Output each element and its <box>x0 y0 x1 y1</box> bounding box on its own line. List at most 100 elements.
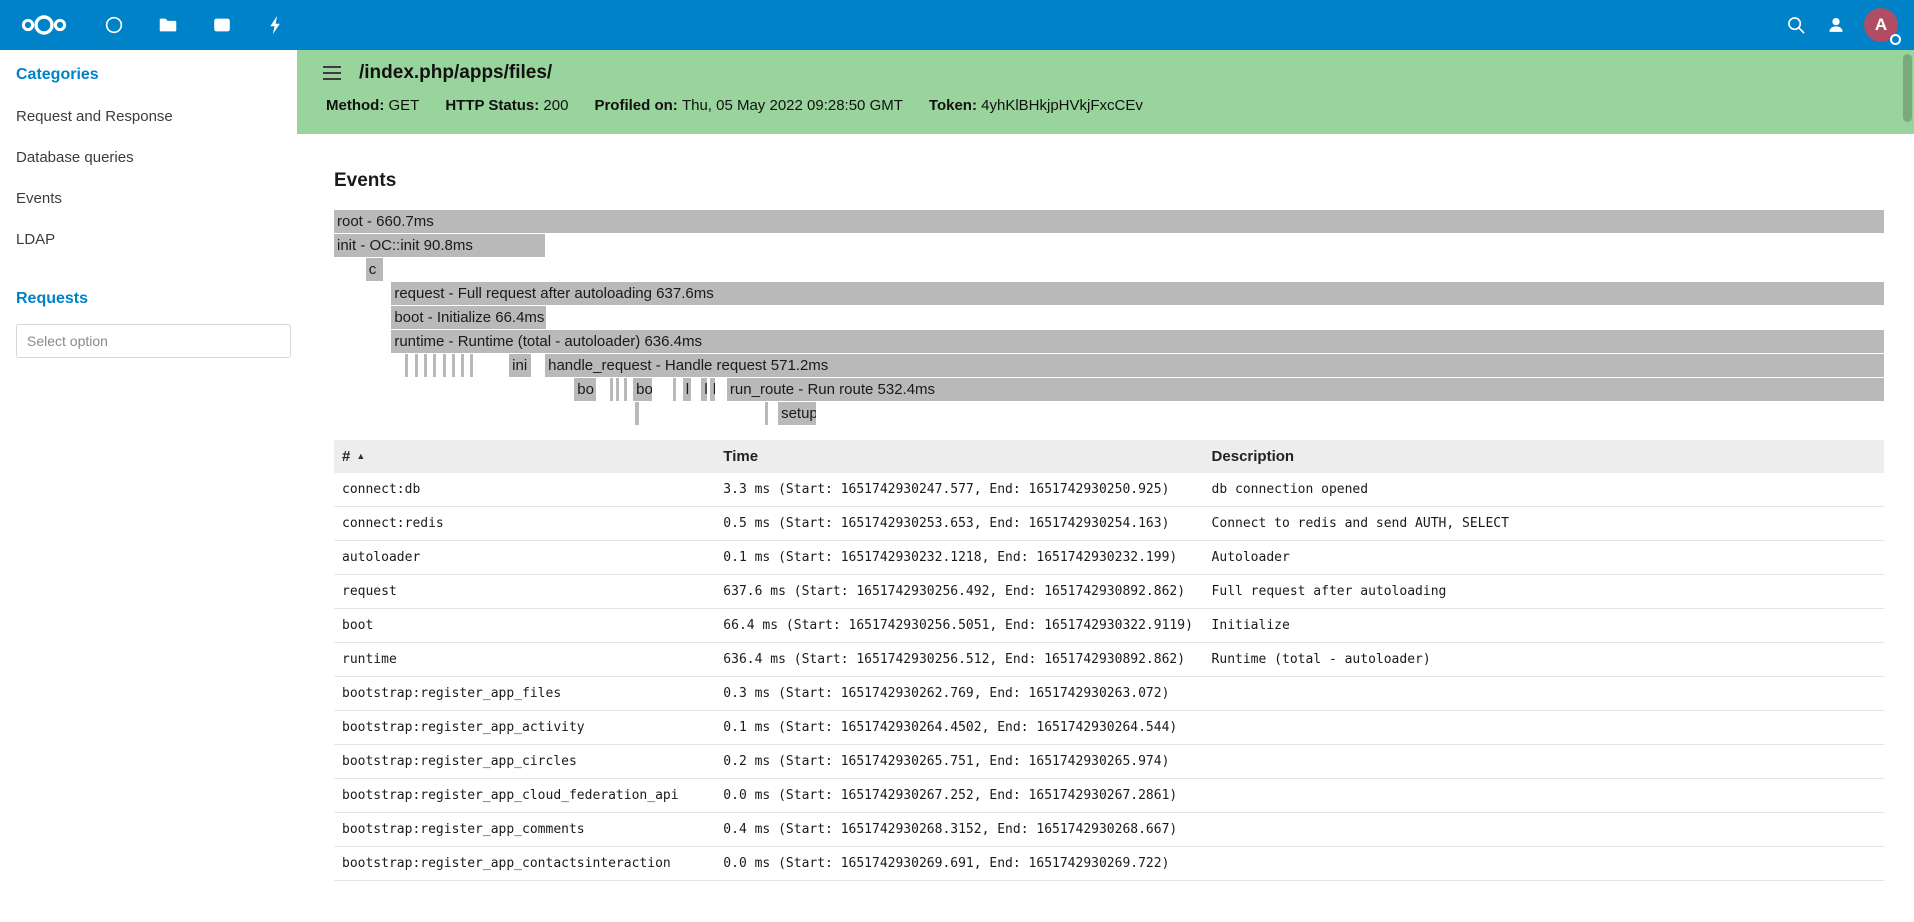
column-header-description[interactable]: Description <box>1204 440 1884 473</box>
column-header-time[interactable]: Time <box>715 440 1203 473</box>
profile-meta-row: Method: GET HTTP Status: 200 Profiled on: … <box>321 97 1914 114</box>
nextcloud-logo-icon <box>18 13 70 37</box>
timeline-bar <box>405 354 408 377</box>
timeline-bar: bo <box>574 378 596 401</box>
circle-app-icon[interactable] <box>102 13 126 37</box>
status-icon <box>1890 34 1901 45</box>
timeline-bar <box>673 378 676 401</box>
meta-value: 200 <box>543 97 568 114</box>
table-row: bootstrap:register_app_comments0.4 ms (S… <box>334 813 1884 847</box>
timeline-bar <box>624 378 627 401</box>
timeline-bar <box>470 354 473 377</box>
scrollbar-thumb[interactable] <box>1903 54 1912 122</box>
timeline-bar: c <box>366 258 383 281</box>
profile-meta-item: Profiled on: Thu, 05 May 2022 09:28:50 G… <box>594 97 902 114</box>
avatar-letter: A <box>1875 15 1887 35</box>
categories-heading: Categories <box>16 66 281 84</box>
cell-name: bootstrap:register_app_activity <box>334 711 715 745</box>
table-header-row: #▲ Time Description <box>334 440 1884 473</box>
timeline-bar: run_route - Run route 532.4ms <box>727 378 1884 401</box>
cell-description <box>1204 847 1884 881</box>
search-icon[interactable] <box>1784 13 1808 37</box>
events-heading: Events <box>334 170 1884 192</box>
meta-value: Thu, 05 May 2022 09:28:50 GMT <box>682 97 903 114</box>
cell-time: 637.6 ms (Start: 1651742930256.492, End:… <box>715 575 1203 609</box>
timeline-bar: l <box>701 378 706 401</box>
files-app-icon[interactable] <box>156 13 180 37</box>
cell-time: 3.3 ms (Start: 1651742930247.577, End: 1… <box>715 473 1203 507</box>
cell-time: 0.0 ms (Start: 1651742930267.252, End: 1… <box>715 779 1203 813</box>
requests-select-placeholder: Select option <box>27 333 108 349</box>
events-section: Events root - 660.7msinit - OC::init 90.… <box>297 170 1914 881</box>
timeline-bar <box>433 354 436 377</box>
menu-icon[interactable] <box>321 62 343 84</box>
table-row: boot66.4 ms (Start: 1651742930256.5051, … <box>334 609 1884 643</box>
timeline-bar <box>616 378 619 401</box>
sidebar-item-database-queries[interactable]: Database queries <box>16 137 281 178</box>
profile-header: /index.php/apps/files/ Method: GET HTTP S… <box>297 50 1914 134</box>
cell-description: Runtime (total - autoloader) <box>1204 643 1884 677</box>
timeline-bar: request - Full request after autoloading… <box>391 282 1884 305</box>
cell-time: 66.4 ms (Start: 1651742930256.5051, End:… <box>715 609 1203 643</box>
timeline-bar <box>635 402 638 425</box>
events-table: #▲ Time Description connect:db3.3 ms (St… <box>334 440 1884 881</box>
sidebar-item-request-and-response[interactable]: Request and Response <box>16 96 281 137</box>
sidebar-item-events[interactable]: Events <box>16 178 281 219</box>
cell-time: 0.4 ms (Start: 1651742930268.3152, End: … <box>715 813 1203 847</box>
timeline-bar: init - OC::init 90.8ms <box>334 234 545 257</box>
sidebar: Categories Request and ResponseDatabase … <box>0 50 297 922</box>
meta-label: Profiled on: <box>594 97 682 114</box>
column-header-name[interactable]: #▲ <box>334 440 715 473</box>
cell-description: Connect to redis and send AUTH, SELECT <box>1204 507 1884 541</box>
cell-time: 636.4 ms (Start: 1651742930256.512, End:… <box>715 643 1203 677</box>
cell-name: boot <box>334 609 715 643</box>
cell-description <box>1204 813 1884 847</box>
timeline-bar <box>765 402 768 425</box>
activity-app-icon[interactable] <box>264 13 288 37</box>
cell-description <box>1204 711 1884 745</box>
cell-time: 0.2 ms (Start: 1651742930265.751, End: 1… <box>715 745 1203 779</box>
meta-value: 4yhKlBHkjpHVkjFxcCEv <box>981 97 1143 114</box>
cell-name: bootstrap:register_app_circles <box>334 745 715 779</box>
table-row: bootstrap:register_app_circles0.2 ms (St… <box>334 745 1884 779</box>
table-row: request637.6 ms (Start: 1651742930256.49… <box>334 575 1884 609</box>
timeline-bar: setup <box>778 402 816 425</box>
profile-meta-item: Method: GET <box>326 97 419 114</box>
sidebar-item-ldap[interactable]: LDAP <box>16 219 281 260</box>
timeline-bar: ini <box>509 354 531 377</box>
timeline-bar <box>424 354 427 377</box>
cell-description <box>1204 745 1884 779</box>
requests-select[interactable]: Select option <box>16 324 291 358</box>
timeline-bar: bo <box>633 378 652 401</box>
profile-meta-item: HTTP Status: 200 <box>445 97 568 114</box>
avatar[interactable]: A <box>1864 8 1898 42</box>
timeline-bar: root - 660.7ms <box>334 210 1884 233</box>
timeline-bar: boot - Initialize 66.4ms <box>391 306 546 329</box>
cell-time: 0.1 ms (Start: 1651742930264.4502, End: … <box>715 711 1203 745</box>
page-title: /index.php/apps/files/ <box>359 62 552 84</box>
cell-description: Full request after autoloading <box>1204 575 1884 609</box>
contacts-icon[interactable] <box>1824 13 1848 37</box>
cell-name: request <box>334 575 715 609</box>
table-row: connect:redis0.5 ms (Start: 165174293025… <box>334 507 1884 541</box>
timeline-bar: l <box>683 378 691 401</box>
table-row: bootstrap:register_app_files0.3 ms (Star… <box>334 677 1884 711</box>
sort-asc-icon: ▲ <box>356 451 365 461</box>
cell-name: bootstrap:register_app_cloud_federation_… <box>334 779 715 813</box>
timeline-bar <box>610 378 613 401</box>
table-row: bootstrap:register_app_cloud_federation_… <box>334 779 1884 813</box>
cell-description: db connection opened <box>1204 473 1884 507</box>
cell-name: bootstrap:register_app_comments <box>334 813 715 847</box>
meta-value: GET <box>388 97 419 114</box>
app-navigation <box>102 13 288 37</box>
cell-time: 0.5 ms (Start: 1651742930253.653, End: 1… <box>715 507 1203 541</box>
cell-name: bootstrap:register_app_files <box>334 677 715 711</box>
nextcloud-logo[interactable] <box>0 13 88 37</box>
cell-description <box>1204 779 1884 813</box>
cell-time: 0.0 ms (Start: 1651742930269.691, End: 1… <box>715 847 1203 881</box>
cell-name: autoloader <box>334 541 715 575</box>
photos-app-icon[interactable] <box>210 13 234 37</box>
timeline-bar <box>452 354 455 377</box>
cell-time: 0.3 ms (Start: 1651742930262.769, End: 1… <box>715 677 1203 711</box>
meta-label: HTTP Status: <box>445 97 543 114</box>
